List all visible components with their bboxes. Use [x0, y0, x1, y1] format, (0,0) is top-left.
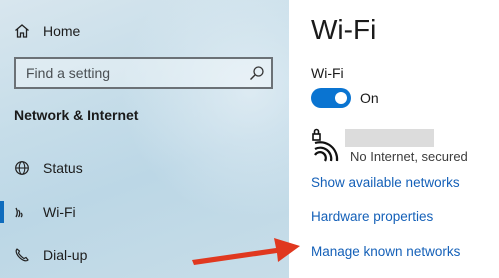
globe-icon [15, 161, 29, 175]
red-arrow-annotation [192, 238, 300, 265]
page-title: Wi-Fi [311, 14, 377, 45]
search-icon[interactable] [249, 65, 265, 81]
network-status: No Internet, secured [350, 149, 468, 164]
wifi-toggle[interactable] [311, 88, 351, 108]
search-box[interactable] [14, 57, 273, 89]
redacted-network-name [345, 129, 434, 147]
search-input[interactable] [16, 59, 271, 87]
show-available-networks-link[interactable]: Show available networks [311, 175, 460, 190]
nav-item-label: Status [43, 160, 83, 176]
nav-item-label: Dial-up [43, 247, 88, 263]
hardware-properties-link[interactable]: Hardware properties [311, 209, 433, 224]
home-icon [15, 24, 29, 38]
secured-wifi-icon [312, 128, 339, 162]
nav-item-status[interactable]: Status [0, 153, 289, 183]
section-title: Network & Internet [14, 107, 139, 123]
wifi-toggle-label: Wi-Fi [311, 65, 344, 81]
toggle-knob [335, 92, 347, 104]
phone-icon [15, 248, 29, 262]
nav-item-label: Wi-Fi [43, 204, 76, 220]
wifi-settings-pane: Wi-Fi Wi-Fi On No Internet, secured Show… [289, 0, 499, 278]
manage-known-networks-link[interactable]: Manage known networks [311, 244, 460, 259]
nav-item-wifi[interactable]: Wi-Fi [0, 197, 289, 227]
wifi-icon [15, 207, 23, 218]
nav-home[interactable]: Home [0, 16, 289, 46]
nav-home-label: Home [43, 23, 81, 39]
toggle-state-label: On [360, 90, 379, 106]
